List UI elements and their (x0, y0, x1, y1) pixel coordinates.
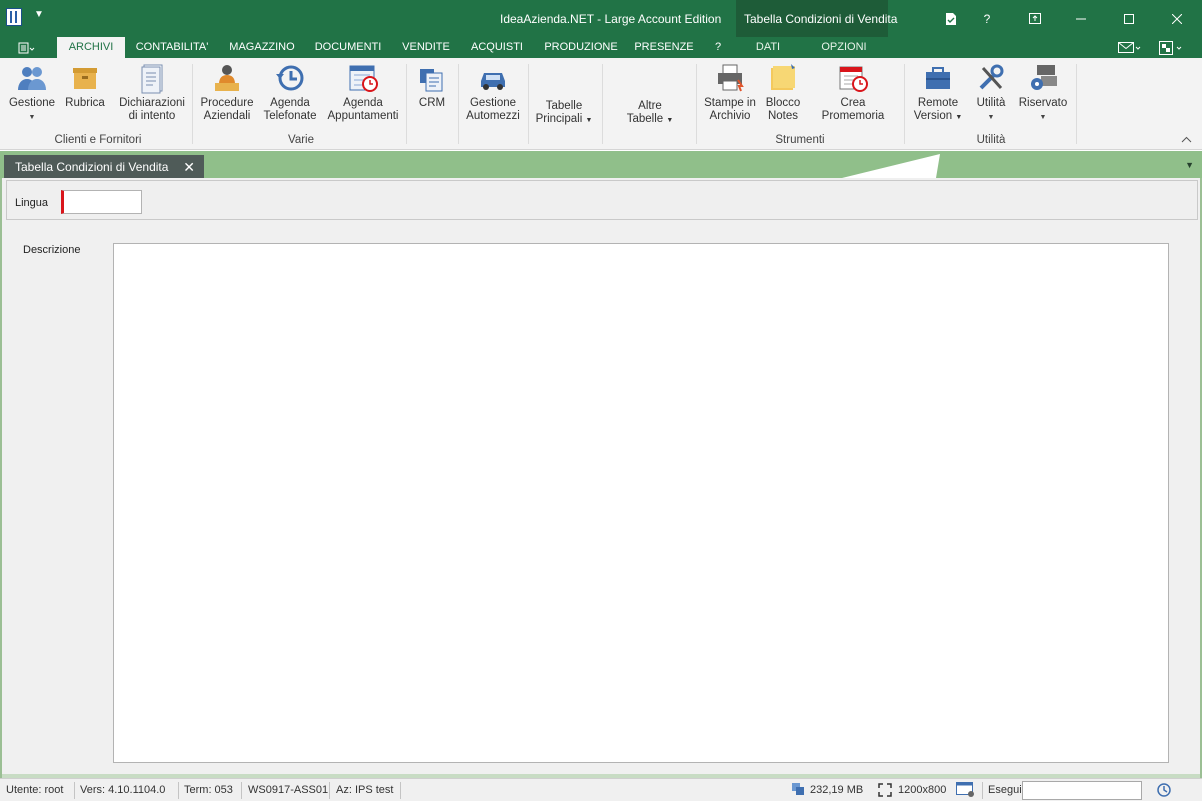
history-clock-icon (274, 62, 306, 94)
box-icon (69, 62, 101, 94)
calendar-alarm-icon (837, 62, 869, 94)
status-utente: Utente: root (6, 784, 64, 796)
descrizione-label: Descrizione (23, 244, 81, 256)
collapse-ribbon-icon[interactable] (1181, 132, 1192, 146)
layout-icon[interactable] (1154, 37, 1190, 58)
refresh-clock-icon[interactable] (1156, 782, 1172, 801)
printer-icon (714, 62, 746, 94)
status-memoria: 232,19 MB (810, 784, 864, 796)
group-clienti-label: Clienti e Fornitori (54, 134, 142, 146)
maximize-button[interactable] (1106, 0, 1152, 37)
group-separator (528, 64, 529, 144)
status-terminale: Term: 053 (184, 784, 233, 796)
minimize-button[interactable] (1058, 0, 1104, 37)
agenda-telefonate-button[interactable]: Agenda Telefonate (260, 62, 320, 123)
close-tab-icon[interactable]: ✕ (183, 155, 195, 179)
strip-decoration (842, 154, 940, 178)
tab-presenze[interactable]: PRESENZE (630, 37, 698, 58)
lingua-label: Lingua (15, 197, 49, 209)
gestione-automezzi-button[interactable]: Gestione Automezzi (464, 62, 522, 123)
esegui-label: Esegui (988, 784, 1022, 796)
status-bar: Utente: root Vers: 4.10.1104.0 Term: 053… (0, 778, 1202, 801)
crm-button[interactable]: CRM (412, 62, 452, 110)
descrizione-textarea[interactable] (113, 243, 1169, 763)
window-settings-icon[interactable] (956, 782, 976, 801)
group-separator (1076, 64, 1077, 144)
stampe-archivio-button[interactable]: Stampe in Archivio (702, 62, 758, 123)
help-button[interactable]: ? (964, 0, 1010, 37)
tab-contabilita[interactable]: CONTABILITA' (128, 37, 216, 58)
tab-list-dropdown-icon[interactable]: ▼ (1185, 160, 1194, 170)
dichiarazioni-button[interactable]: Dichiarazioni di intento (116, 62, 188, 123)
ribbon-tab-row: ARCHIVI CONTABILITA' MAGAZZINO DOCUMENTI… (0, 37, 1202, 58)
document-tab[interactable]: Tabella Condizioni di Vendita ✕ (4, 155, 204, 179)
gestione-button[interactable]: Gestione ▼ (6, 62, 58, 124)
people-icon (16, 62, 48, 94)
car-icon (477, 62, 509, 94)
tabelle-principali-button[interactable]: Tabelle Principali ▼ (532, 100, 596, 127)
calendar-clock-icon (347, 62, 379, 94)
tab-dati[interactable]: DATI (740, 37, 796, 58)
status-risoluzione: 1200x800 (898, 784, 947, 796)
sticky-note-icon (767, 62, 799, 94)
esegui-input[interactable] (1022, 781, 1142, 800)
blocco-notes-button[interactable]: Blocco Notes (762, 62, 804, 123)
mail-icon[interactable] (1112, 37, 1148, 58)
group-separator (192, 64, 193, 144)
status-azienda: Az: IPS test (336, 784, 394, 796)
tab-magazzino[interactable]: MAGAZZINO (222, 37, 302, 58)
tab-help[interactable]: ? (704, 37, 732, 58)
status-versione: Vers: 4.10.1104.0 (80, 784, 166, 796)
gear-windows-icon (1027, 62, 1059, 94)
riservato-button[interactable]: Riservato ▼ (1016, 62, 1070, 124)
group-separator (458, 64, 459, 144)
document-tab-title: Tabella Condizioni di Vendita (15, 160, 169, 174)
document-tab-strip: Tabella Condizioni di Vendita ✕ ▼ (0, 151, 1202, 179)
app-icon[interactable] (6, 8, 22, 26)
group-separator (602, 64, 603, 144)
document-icon (136, 62, 168, 94)
tab-documenti[interactable]: DOCUMENTI (307, 37, 389, 58)
group-separator (904, 64, 905, 144)
window-title: IdeaAzienda.NET - Large Account Edition (500, 12, 722, 26)
group-separator (406, 64, 407, 144)
ribbon-display-options-icon[interactable] (1012, 0, 1058, 37)
tab-archivi[interactable]: ARCHIVI (57, 37, 125, 58)
tab-opzioni[interactable]: OPZIONI (808, 37, 880, 58)
group-separator (696, 64, 697, 144)
status-workstation: WS0917-ASS01 (248, 784, 329, 796)
procedure-aziendali-button[interactable]: Procedure Aziendali (198, 62, 256, 123)
close-button[interactable] (1154, 0, 1200, 37)
tab-vendite[interactable]: VENDITE (394, 37, 458, 58)
context-title: Tabella Condizioni di Vendita (744, 12, 898, 26)
quick-access-dropdown-icon[interactable]: ▼ (34, 9, 44, 20)
rubrica-button[interactable]: Rubrica (62, 62, 108, 110)
tab-acquisti[interactable]: ACQUISTI (462, 37, 532, 58)
altre-tabelle-button[interactable]: Altre Tabelle ▼ (618, 100, 682, 127)
group-strumenti-label: Strumenti (775, 134, 825, 146)
briefcase-documents-icon (416, 62, 448, 94)
crea-promemoria-button[interactable]: Crea Promemoria (808, 62, 898, 123)
utilita-button[interactable]: Utilità ▼ (970, 62, 1012, 124)
tab-produzione[interactable]: PRODUZIONE (536, 37, 626, 58)
group-utilita-label: Utilità (976, 134, 1006, 146)
fullscreen-icon[interactable] (878, 783, 892, 800)
toolbox-icon (922, 62, 954, 94)
file-menu-button[interactable] (10, 37, 44, 58)
header-panel: Lingua (6, 180, 1198, 220)
tools-icon (975, 62, 1007, 94)
title-bar: ▼ IdeaAzienda.NET - Large Account Editio… (0, 0, 1202, 58)
worker-desk-icon (211, 62, 243, 94)
memory-icon (792, 783, 804, 798)
group-varie-label: Varie (288, 134, 314, 146)
form-panel: Lingua Descrizione (0, 178, 1202, 778)
remote-version-button[interactable]: Remote Version ▼ (910, 62, 966, 124)
agenda-appuntamenti-button[interactable]: Agenda Appuntamenti (326, 62, 400, 123)
ribbon: Gestione ▼ Rubrica Dichiarazioni di intent… (0, 58, 1202, 150)
lingua-input[interactable] (61, 190, 142, 214)
